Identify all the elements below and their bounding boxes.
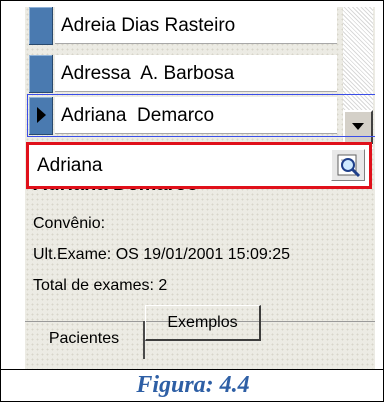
- total-exams-info: Total de exames: 2: [33, 277, 168, 294]
- row-indicator[interactable]: [29, 7, 53, 45]
- tab-exemplos[interactable]: Exemplos: [145, 305, 261, 341]
- figure-caption: Figura: 4.4: [136, 372, 250, 398]
- patient-name-cell[interactable]: Adreia Dias Rasteiro: [55, 7, 337, 44]
- table-row[interactable]: Adreia Dias Rasteiro: [29, 7, 337, 45]
- search-box-highlight: [26, 142, 372, 189]
- caption-divider: [0, 369, 384, 370]
- table-row[interactable]: Adressa A. Barbosa: [29, 55, 337, 93]
- row-indicator[interactable]: [29, 55, 53, 93]
- tab-pacientes[interactable]: Pacientes: [25, 321, 145, 359]
- search-icon: [337, 154, 361, 178]
- convenio-label: Convênio:: [33, 215, 106, 232]
- search-button[interactable]: [331, 149, 365, 181]
- search-input[interactable]: [33, 148, 327, 183]
- patient-grid: Adreia Dias Rasteiro Adressa A. Barbosa …: [25, 7, 375, 153]
- patient-panel: Adreia Dias Rasteiro Adressa A. Barbosa …: [25, 7, 375, 369]
- last-exam-info: Ult.Exame: OS 19/01/2001 15:09:25: [33, 246, 291, 263]
- patient-name-cell[interactable]: Adressa A. Barbosa: [55, 55, 337, 92]
- selected-row-outline: [27, 94, 375, 137]
